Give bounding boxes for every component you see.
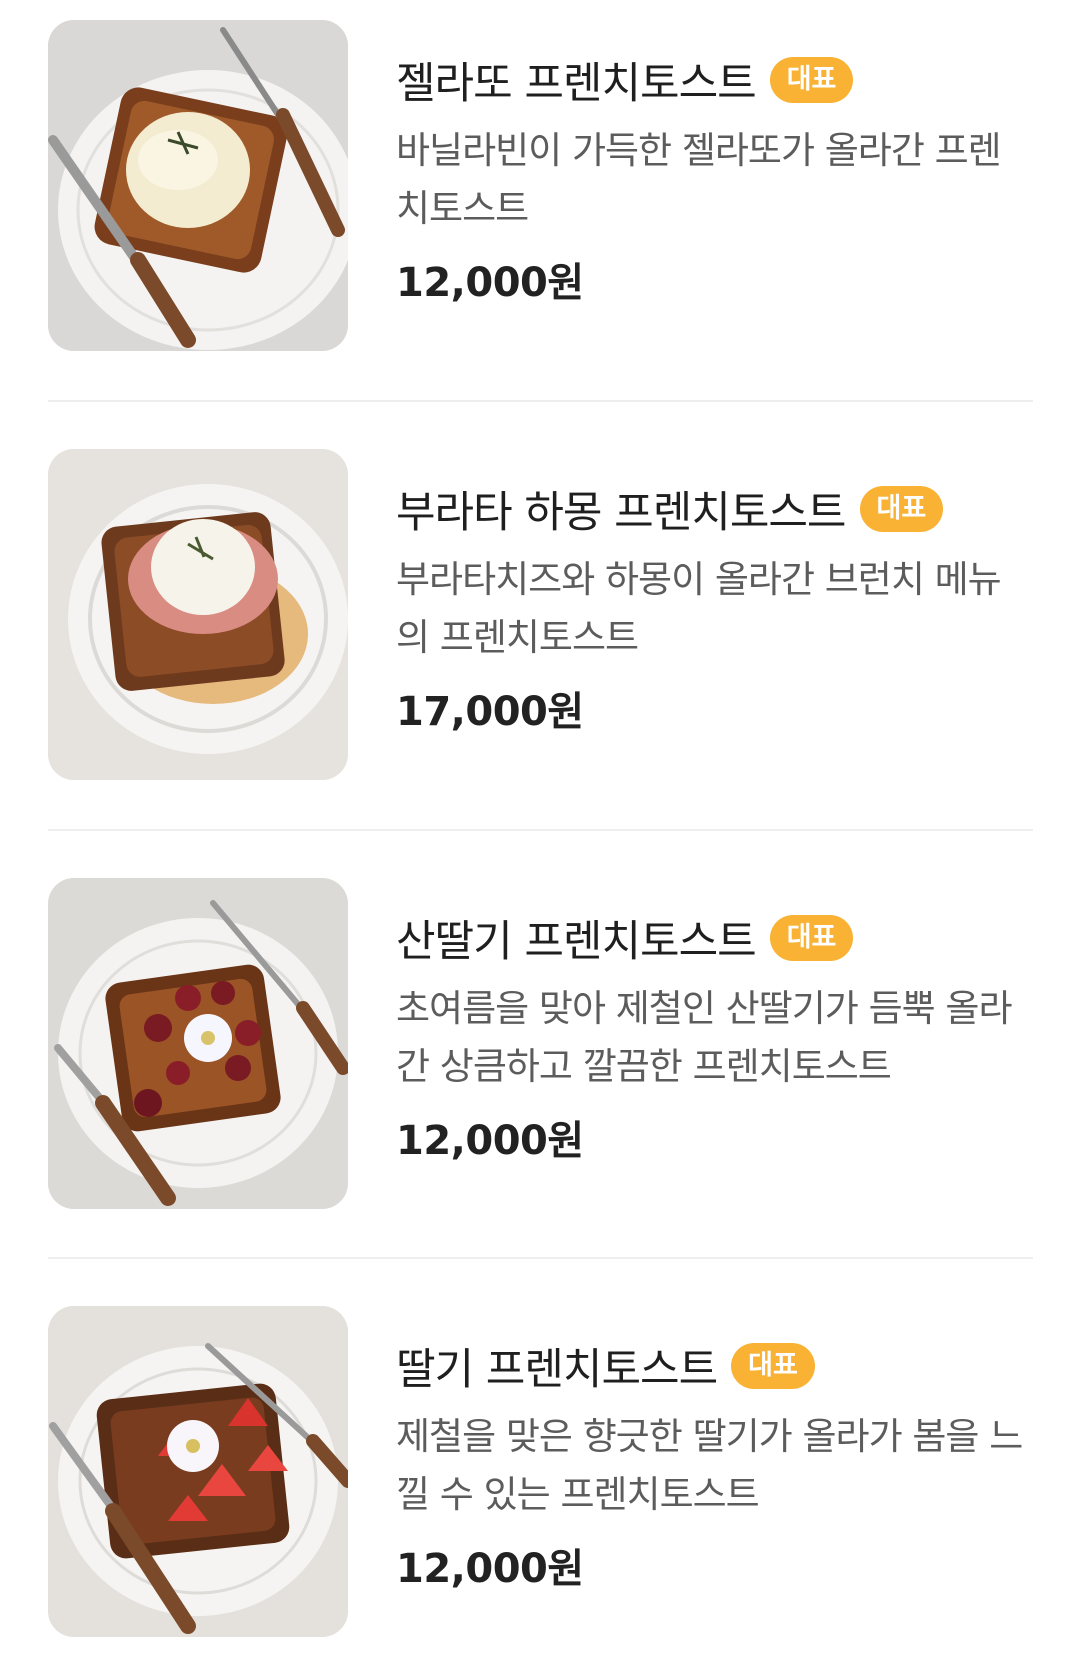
menu-item-info: 딸기 프렌치토스트 대표 제철을 맞은 향긋한 딸기가 올라가 봄을 느낄 수 … <box>396 1336 1028 1594</box>
title-row: 산딸기 프렌치토스트 대표 <box>396 908 1028 968</box>
title-row: 젤라또 프렌치토스트 대표 <box>396 50 1028 110</box>
menu-item-price: 12,000원 <box>396 1546 584 1592</box>
menu-item-burrata-jamon-french-toast[interactable]: 부라타 하몽 프렌치토스트 대표 부라타치즈와 하몽이 올라간 브런치 메뉴의 … <box>48 449 1028 780</box>
menu-item-info: 산딸기 프렌치토스트 대표 초여름을 맞아 제철인 산딸기가 듬뿍 올라간 상큼… <box>396 908 1028 1166</box>
menu-item-info: 부라타 하몽 프렌치토스트 대표 부라타치즈와 하몽이 올라간 브런치 메뉴의 … <box>396 479 1028 737</box>
menu-item-description: 부라타치즈와 하몽이 올라간 브런치 메뉴의 프렌치토스트 <box>396 558 1002 659</box>
signature-badge: 대표 <box>769 915 854 961</box>
menu-item-name: 부라타 하몽 프렌치토스트 <box>396 488 846 538</box>
signature-badge: 대표 <box>769 57 854 103</box>
signature-badge: 대표 <box>859 486 944 532</box>
menu-item-price: 12,000원 <box>396 260 584 306</box>
menu-item-raspberry-french-toast[interactable]: 산딸기 프렌치토스트 대표 초여름을 맞아 제철인 산딸기가 듬뿍 올라간 상큼… <box>48 878 1028 1209</box>
menu-item-name: 젤라또 프렌치토스트 <box>396 59 757 109</box>
signature-badge: 대표 <box>731 1343 815 1389</box>
divider <box>48 400 1033 402</box>
menu-item-description: 제철을 맞은 향긋한 딸기가 올라가 봄을 느낄 수 있는 프렌치토스트 <box>396 1415 1023 1516</box>
menu-item-description: 초여름을 맞아 제철인 산딸기가 듬뿍 올라간 상큼하고 깔끔한 프렌치토스트 <box>396 987 1013 1088</box>
divider <box>48 829 1033 831</box>
menu-item-gelato-french-toast[interactable]: 젤라또 프렌치토스트 대표 바닐라빈이 가득한 젤라또가 올라간 프렌치토스트 … <box>48 20 1028 351</box>
raspberry-french-toast-photo <box>48 878 348 1209</box>
title-row: 부라타 하몽 프렌치토스트 대표 <box>396 479 1028 539</box>
title-row: 딸기 프렌치토스트 대표 <box>396 1336 1028 1396</box>
divider <box>48 1257 1033 1259</box>
menu-item-strawberry-french-toast[interactable]: 딸기 프렌치토스트 대표 제철을 맞은 향긋한 딸기가 올라가 봄을 느낄 수 … <box>48 1306 1028 1637</box>
burrata-jamon-french-toast-photo <box>48 449 348 780</box>
menu-item-info: 젤라또 프렌치토스트 대표 바닐라빈이 가득한 젤라또가 올라간 프렌치토스트 … <box>396 50 1028 308</box>
menu-item-price: 17,000원 <box>396 689 584 735</box>
strawberry-french-toast-photo <box>48 1306 348 1637</box>
menu-item-name: 딸기 프렌치토스트 <box>396 1345 718 1395</box>
menu-item-price: 12,000원 <box>396 1118 584 1164</box>
gelato-french-toast-photo <box>48 20 348 351</box>
menu-item-name: 산딸기 프렌치토스트 <box>396 917 757 967</box>
menu-item-description: 바닐라빈이 가득한 젤라또가 올라간 프렌치토스트 <box>396 129 1002 230</box>
